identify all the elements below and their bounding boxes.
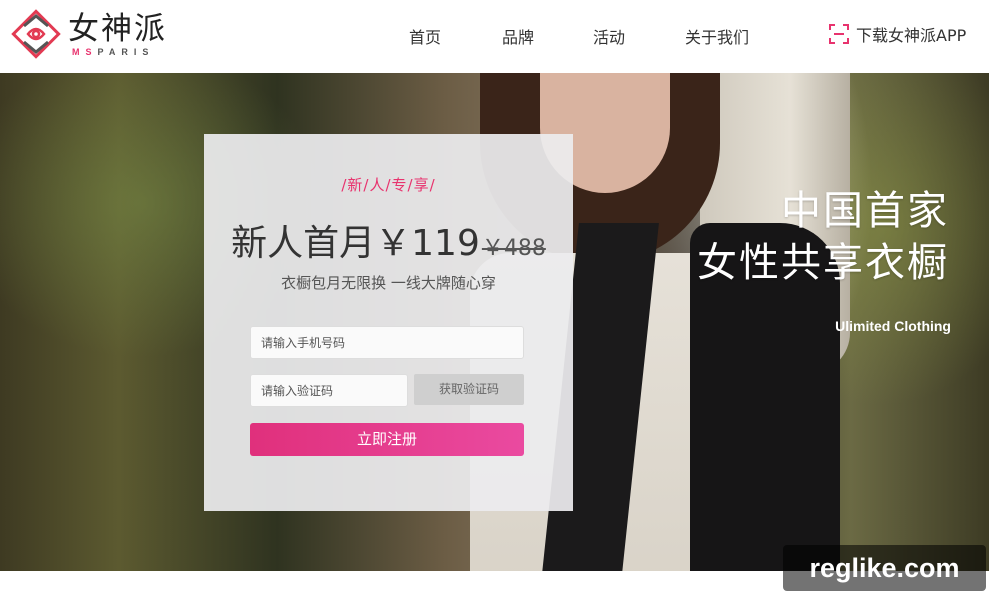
- verification-code-input[interactable]: [250, 374, 408, 407]
- offer-price: 新人首月￥119: [231, 223, 480, 264]
- hero-title-line1: 中国首家: [781, 188, 949, 234]
- nav-item-brands[interactable]: 品牌: [502, 24, 534, 48]
- signup-offer: 新人首月￥119￥488: [204, 214, 573, 266]
- get-code-button[interactable]: 获取验证码: [414, 374, 524, 405]
- logo-en-accent: MS: [72, 46, 98, 57]
- signup-panel: /新/人/专/享/ 新人首月￥119￥488 衣橱包月无限换 一线大牌随心穿 获…: [204, 134, 573, 511]
- hero-subtitle: Ulimited Clothing: [835, 318, 951, 334]
- logo-name-en: MSPARIS: [68, 47, 167, 57]
- nav-item-about[interactable]: 关于我们: [685, 24, 749, 48]
- watermark: reglike.com: [783, 545, 986, 591]
- hero-title: 中国首家 女性共享衣橱: [697, 185, 949, 289]
- download-app-link[interactable]: 下载女神派APP: [828, 22, 966, 46]
- signup-description: 衣橱包月无限换 一线大牌随心穿: [281, 274, 496, 292]
- phone-input[interactable]: [250, 326, 524, 359]
- logo-en-rest: PARIS: [97, 46, 155, 57]
- signup-tagline: /新/人/专/享/: [341, 176, 436, 194]
- app-scan-icon: [829, 24, 849, 44]
- download-app-label: 下载女神派APP: [856, 26, 967, 45]
- register-button[interactable]: 立即注册: [250, 423, 524, 456]
- offer-original-price: ￥488: [481, 236, 546, 261]
- nav-item-events[interactable]: 活动: [593, 24, 625, 48]
- nav-item-home[interactable]: 首页: [409, 24, 441, 48]
- site-header: 女神派 MSPARIS 首页 品牌 活动 关于我们 下载女神派APP: [0, 0, 989, 73]
- hero-title-line2: 女性共享衣橱: [697, 240, 949, 286]
